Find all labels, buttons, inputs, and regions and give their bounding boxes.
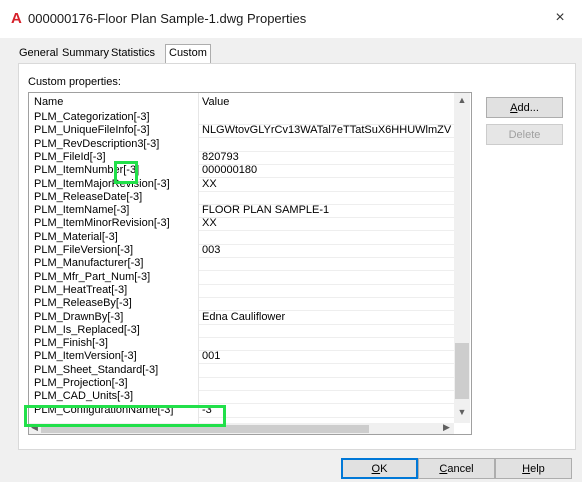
autocad-app-icon: A (11, 10, 22, 27)
property-name-cell[interactable]: PLM_Sheet_Standard[-3] (34, 364, 158, 376)
table-row[interactable]: PLM_Is_Replaced[-3] (29, 324, 454, 336)
property-name-cell[interactable]: PLM_ItemName[-3] (34, 205, 129, 216)
custom-properties-grid[interactable]: Name Value PLM_Categorization[-3] PLM_Uni… (28, 92, 472, 435)
property-name-cell[interactable]: PLM_Is_Replaced[-3] (34, 324, 140, 336)
title-bar: A 000000176-Floor Plan Sample-1.dwg Prop… (0, 0, 582, 38)
tab-statistics[interactable]: Statistics (111, 46, 155, 60)
column-header-name[interactable]: Name (34, 97, 63, 108)
property-name-cell[interactable]: PLM_ItemMajorRevision[-3] (34, 178, 170, 190)
table-row[interactable]: PLM_Material[-3] (29, 231, 454, 243)
property-name-cell[interactable]: PLM_RevDescription3[-3] (34, 138, 159, 150)
table-row[interactable]: PLM_CAD_Units[-3] (29, 391, 454, 402)
tab-general[interactable]: General (19, 46, 58, 60)
property-name-cell[interactable]: PLM_UniqueFileInfo[-3] (34, 125, 150, 136)
help-button[interactable]: Help (495, 458, 572, 479)
property-name-cell[interactable]: PLM_ItemVersion[-3] (34, 351, 137, 362)
configuration-name-row-highlight (24, 405, 226, 427)
property-name-cell[interactable]: PLM_Mfr_Part_Num[-3] (34, 271, 150, 283)
tab-custom[interactable]: Custom (165, 44, 211, 64)
table-row[interactable]: PLM_Finish[-3] (29, 338, 454, 349)
vertical-scrollbar[interactable]: ▲ ▼ (454, 93, 470, 423)
property-name-cell[interactable]: PLM_FileId[-3] (34, 151, 106, 163)
property-name-cell[interactable]: PLM_ItemMinorRevision[-3] (34, 218, 170, 229)
table-row[interactable]: PLM_FileVersion[-3] 003 (29, 245, 454, 256)
table-row[interactable]: PLM_ReleaseBy[-3] (29, 298, 454, 309)
table-row[interactable]: PLM_ItemMajorRevision[-3] XX (29, 178, 454, 190)
property-name-cell[interactable]: PLM_Projection[-3] (34, 378, 128, 389)
property-value-cell[interactable]: XX (202, 179, 452, 190)
row-divider (199, 416, 454, 418)
delete-button[interactable]: Delete (486, 124, 563, 145)
table-row[interactable]: PLM_Sheet_Standard[-3] (29, 364, 454, 376)
vertical-scroll-thumb[interactable] (455, 343, 469, 399)
table-row[interactable]: PLM_Categorization[-3] (29, 112, 454, 123)
property-name-cell[interactable]: PLM_Categorization[-3] (34, 112, 150, 123)
scroll-right-icon[interactable]: ▶ (443, 422, 450, 433)
add-button[interactable]: Add... (486, 97, 563, 118)
table-row[interactable]: PLM_ItemName[-3] FLOOR PLAN SAMPLE-1 (29, 205, 454, 216)
property-value-cell[interactable]: FLOOR PLAN SAMPLE-1 (202, 205, 452, 216)
property-name-cell[interactable]: PLM_ReleaseDate[-3] (34, 191, 142, 203)
property-name-cell[interactable]: PLM_Finish[-3] (34, 338, 108, 349)
column-header-value[interactable]: Value (202, 97, 452, 108)
table-row[interactable]: PLM_DrawnBy[-3] Edna Cauliflower (29, 311, 454, 323)
property-name-cell[interactable]: PLM_DrawnBy[-3] (34, 311, 123, 323)
table-row[interactable]: PLM_ItemMinorRevision[-3] XX (29, 218, 454, 229)
property-name-cell[interactable]: PLM_FileVersion[-3] (34, 245, 133, 256)
property-value-cell[interactable]: 003 (202, 245, 452, 256)
custom-properties-label: Custom properties: (28, 76, 121, 88)
property-value-cell[interactable]: NLGWtovGLYrCv13WATal7eTTatSuX6HHUWlmZVH (202, 125, 452, 136)
property-name-cell[interactable]: PLM_ReleaseBy[-3] (34, 298, 132, 309)
property-value-cell[interactable]: 820793 (202, 152, 452, 163)
scroll-up-icon[interactable]: ▲ (454, 95, 470, 105)
property-value-cell[interactable]: 000000180 (202, 165, 452, 176)
table-row[interactable]: PLM_ItemVersion[-3] 001 (29, 351, 454, 362)
table-row[interactable]: PLM_UniqueFileInfo[-3] NLGWtovGLYrCv13WAT… (29, 125, 454, 136)
table-row[interactable]: PLM_HeatTreat[-3] (29, 284, 454, 296)
item-number-suffix-highlight (114, 161, 138, 184)
grid-header: Name Value (29, 97, 454, 108)
close-icon[interactable]: × (538, 0, 582, 38)
property-name-cell[interactable]: PLM_Material[-3] (34, 231, 118, 243)
property-name-cell[interactable]: PLM_CAD_Units[-3] (34, 391, 133, 402)
table-row[interactable]: PLM_RevDescription3[-3] (29, 138, 454, 150)
ok-button[interactable]: OK (341, 458, 418, 479)
tab-summary[interactable]: Summary (62, 46, 109, 60)
cancel-button[interactable]: Cancel (418, 458, 495, 479)
property-value-cell[interactable]: XX (202, 218, 452, 229)
property-value-cell[interactable]: Edna Cauliflower (202, 312, 452, 323)
table-row[interactable]: PLM_ItemNumber[-3] 000000180 (29, 165, 454, 176)
table-row[interactable]: PLM_Mfr_Part_Num[-3] (29, 271, 454, 283)
property-name-cell[interactable]: PLM_HeatTreat[-3] (34, 284, 127, 296)
window-title: 000000176-Floor Plan Sample-1.dwg Proper… (28, 11, 307, 26)
table-row[interactable]: PLM_FileId[-3] 820793 (29, 151, 454, 163)
property-name-cell[interactable]: PLM_Manufacturer[-3] (34, 258, 143, 269)
property-value-cell[interactable]: -3 (202, 405, 452, 416)
property-value-cell[interactable]: 001 (202, 351, 452, 362)
table-row[interactable]: PLM_ReleaseDate[-3] (29, 191, 454, 203)
table-row[interactable]: PLM_Projection[-3] (29, 378, 454, 389)
table-row[interactable]: PLM_Manufacturer[-3] (29, 258, 454, 269)
scroll-down-icon[interactable]: ▼ (454, 407, 470, 417)
